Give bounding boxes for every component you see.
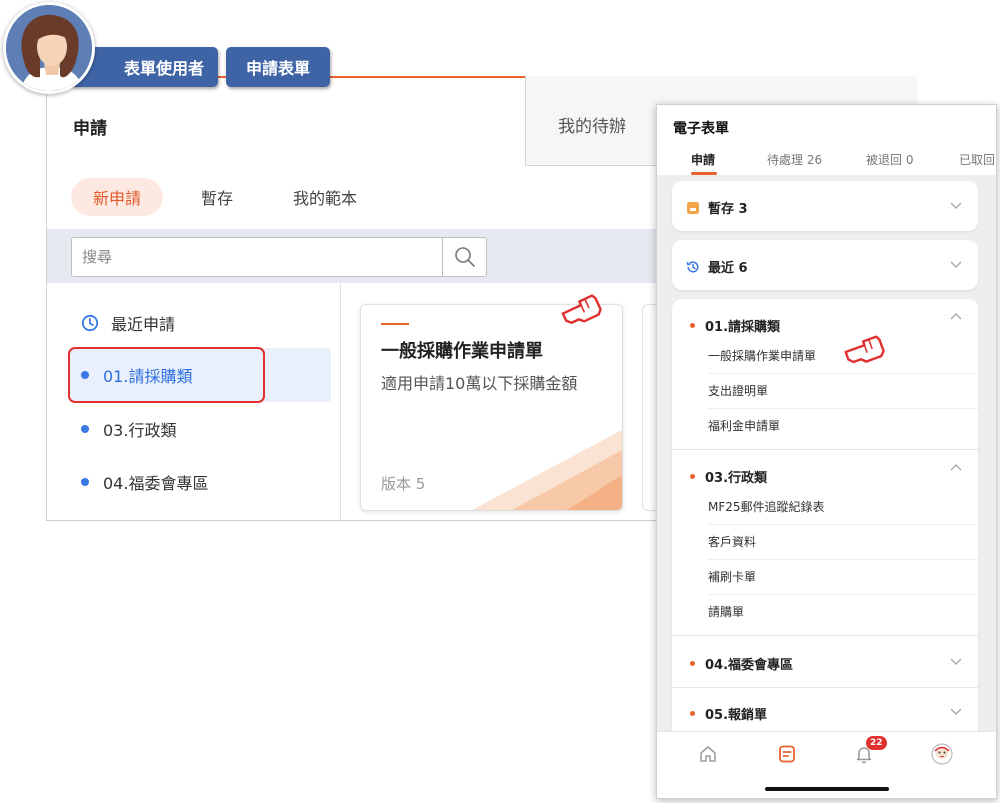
pointing-hand-icon bbox=[844, 335, 885, 364]
divider bbox=[672, 687, 978, 688]
sidebar-item-label: 03.行政類 bbox=[103, 421, 177, 440]
chevron-up-icon[interactable] bbox=[950, 463, 962, 471]
card-decoration bbox=[472, 430, 622, 510]
group-header-purchasing[interactable]: 01.請採購類 bbox=[686, 316, 780, 335]
search-box bbox=[71, 237, 487, 277]
group-header-administration[interactable]: 03.行政類 bbox=[686, 467, 767, 486]
home-icon bbox=[700, 746, 716, 762]
role-tag-application-form: 申請表單 bbox=[226, 47, 330, 87]
group-name: 03.行政類 bbox=[705, 471, 768, 486]
list-item[interactable]: 補刷卡單 bbox=[708, 560, 978, 595]
history-icon bbox=[686, 260, 699, 273]
form-icon bbox=[779, 745, 795, 763]
sidebar-item-recent[interactable]: 最近申請 bbox=[69, 296, 331, 350]
page-title: 申請 bbox=[73, 119, 107, 139]
chevron-up-icon[interactable] bbox=[950, 312, 962, 320]
tab-returned[interactable]: 被退回 0 bbox=[866, 151, 913, 168]
sidebar-item-administration[interactable]: 03.行政類 bbox=[69, 402, 331, 456]
mobile-app-panel: 電子表單 申請 待處理 26 被退回 0 已取回 暫存 3 最近 6 01.請採… bbox=[656, 104, 997, 799]
search-input[interactable] bbox=[72, 238, 443, 276]
group-header-expense[interactable]: 05.報銷單 bbox=[686, 704, 767, 723]
mobile-title: 電子表單 bbox=[673, 121, 729, 137]
card-description: 適用申請10萬以下採購金額 bbox=[381, 374, 578, 393]
tab-apply[interactable]: 申請 bbox=[691, 151, 715, 168]
list-item[interactable]: 客戶資料 bbox=[708, 525, 978, 560]
list-item[interactable]: 支出證明單 bbox=[708, 374, 978, 409]
list-item[interactable]: MF25郵件追蹤紀錄表 bbox=[708, 490, 978, 525]
nav-profile[interactable] bbox=[930, 742, 954, 766]
draft-icon bbox=[687, 201, 699, 214]
nav-notifications[interactable]: 22 bbox=[852, 736, 887, 766]
mobile-tabs: 申請 待處理 26 被退回 0 已取回 bbox=[657, 151, 996, 175]
bullet-dot-icon bbox=[690, 474, 695, 479]
card-title: 一般採購作業申請單 bbox=[381, 341, 543, 362]
bullet-dot-icon bbox=[690, 323, 695, 328]
nav-home[interactable] bbox=[696, 742, 720, 766]
application-tabs: 新申請 暫存 我的範本 bbox=[71, 178, 395, 216]
divider bbox=[672, 635, 978, 636]
sidebar-item-welfare[interactable]: 04.福委會專區 bbox=[69, 455, 331, 509]
recent-section[interactable]: 最近 6 bbox=[672, 240, 978, 290]
notification-badge: 22 bbox=[866, 736, 887, 750]
category-list: 01.請採購類 一般採購作業申請單 支出證明單 福利金申請單 03.行政類 MF… bbox=[672, 299, 978, 749]
highlight-box bbox=[68, 347, 265, 403]
chevron-down-icon bbox=[950, 202, 962, 209]
bottom-navigation: 22 bbox=[657, 731, 996, 798]
search-button[interactable] bbox=[442, 238, 486, 276]
chevron-down-icon bbox=[950, 261, 962, 268]
home-indicator bbox=[765, 787, 889, 791]
list-item[interactable]: 請購單 bbox=[708, 595, 978, 630]
nav-forms[interactable] bbox=[775, 742, 799, 766]
bullet-dot-icon bbox=[81, 425, 89, 433]
mobile-content: 暫存 3 最近 6 01.請採購類 一般採購作業申請單 支出證明單 福利金申請單… bbox=[657, 175, 996, 749]
tab-my-todo-label: 我的待辦 bbox=[558, 117, 626, 137]
list-item[interactable]: 福利金申請單 bbox=[708, 409, 978, 444]
recent-label: 最近 6 bbox=[708, 261, 748, 276]
card-version: 版本 5 bbox=[381, 475, 426, 493]
mobile-header: 電子表單 申請 待處理 26 被退回 0 已取回 bbox=[657, 105, 996, 175]
group-header-welfare[interactable]: 04.福委會專區 bbox=[686, 654, 793, 673]
tab-my-templates[interactable]: 我的範本 bbox=[271, 178, 379, 216]
user-avatar bbox=[3, 2, 95, 94]
search-icon bbox=[454, 247, 475, 267]
drafts-label: 暫存 3 bbox=[708, 202, 748, 217]
tab-drafts[interactable]: 暫存 bbox=[179, 178, 255, 216]
group-name: 01.請採購類 bbox=[705, 320, 781, 335]
form-card-general-purchase[interactable]: 一般採購作業申請單 適用申請10萬以下採購金額 版本 5 bbox=[360, 304, 623, 511]
sidebar-item-label: 04.福委會專區 bbox=[103, 474, 209, 493]
chevron-down-icon[interactable] bbox=[950, 658, 962, 666]
group-name: 05.報銷單 bbox=[705, 708, 768, 723]
drafts-section[interactable]: 暫存 3 bbox=[672, 181, 978, 231]
clock-icon bbox=[81, 314, 99, 332]
bullet-dot-icon bbox=[690, 661, 695, 666]
bullet-dot-icon bbox=[690, 711, 695, 716]
card-accent-line bbox=[381, 323, 409, 325]
chevron-down-icon[interactable] bbox=[950, 708, 962, 716]
group-name: 04.福委會專區 bbox=[705, 658, 794, 673]
tab-new-application[interactable]: 新申請 bbox=[71, 178, 164, 216]
divider bbox=[672, 449, 978, 450]
tab-withdrawn[interactable]: 已取回 bbox=[959, 151, 995, 168]
bullet-dot-icon bbox=[81, 478, 89, 486]
sidebar-item-label: 最近申請 bbox=[111, 315, 176, 334]
profile-avatar-icon bbox=[931, 743, 953, 765]
tab-pending[interactable]: 待處理 26 bbox=[767, 151, 822, 168]
pointing-hand-icon bbox=[561, 294, 602, 324]
